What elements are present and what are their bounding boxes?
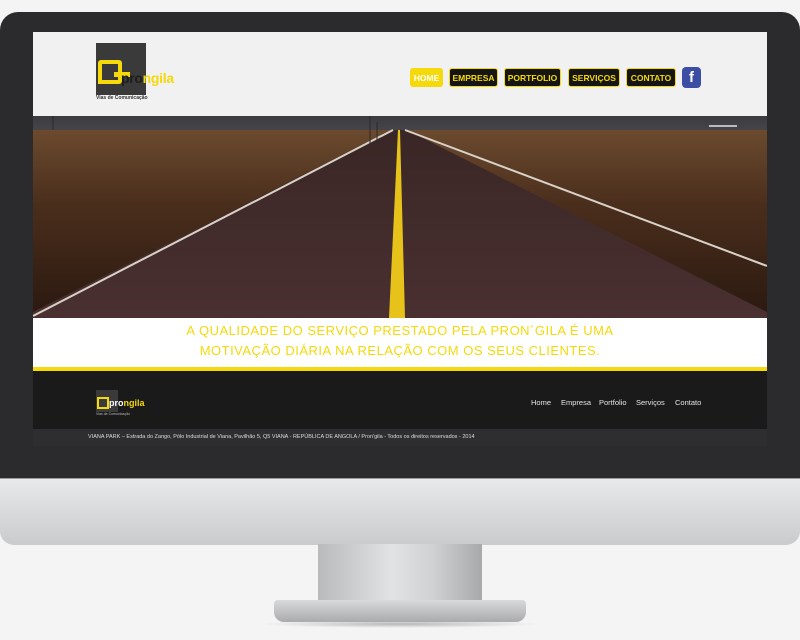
nav-contato[interactable]: CONTATO bbox=[626, 68, 676, 87]
footer-logo-text-accent: ngila bbox=[123, 398, 145, 408]
footer-nav-servicos[interactable]: Serviços bbox=[636, 398, 665, 407]
site-footer: prongila Vias de Comunicação Home Empres… bbox=[33, 371, 767, 429]
copyright-bar: VIANA PARK – Estrada do Zango, Pólo Indu… bbox=[33, 429, 767, 446]
footer-nav-home[interactable]: Home bbox=[531, 398, 551, 407]
slider-indicator[interactable] bbox=[709, 125, 737, 127]
monitor-chin bbox=[0, 478, 800, 545]
road-illustration bbox=[33, 116, 767, 318]
tagline-line-2: MOTIVAÇÃO DIÁRIA NA RELAÇÃO COM OS SEUS … bbox=[199, 343, 601, 358]
footer-logo-mark bbox=[97, 397, 109, 409]
logo-text[interactable]: prongila bbox=[121, 70, 174, 86]
monitor-stand-neck bbox=[318, 544, 482, 604]
nav-empresa[interactable]: EMPRESA bbox=[449, 68, 498, 87]
footer-logo-tagline: Vias de Comunicação bbox=[96, 412, 130, 416]
footer-nav-empresa[interactable]: Empresa bbox=[561, 398, 591, 407]
nav-portfolio[interactable]: PORTFOLIO bbox=[504, 68, 561, 87]
footer-logo-text-main: pro bbox=[109, 398, 124, 408]
monitor: prongila Vias de Comunicação HOME EMPRES… bbox=[0, 0, 800, 640]
nav-home[interactable]: HOME bbox=[410, 68, 443, 87]
logo-text-accent: ngila bbox=[142, 70, 174, 86]
hero-slider-image bbox=[33, 116, 767, 318]
facebook-icon[interactable]: f bbox=[682, 67, 701, 88]
footer-logo-text[interactable]: prongila bbox=[109, 398, 145, 408]
footer-nav-portfolio[interactable]: Portfolio bbox=[599, 398, 627, 407]
website-screen: prongila Vias de Comunicação HOME EMPRES… bbox=[33, 32, 767, 446]
tagline-banner: A QUALIDADE DO SERVIÇO PRESTADO PELA PRO… bbox=[33, 318, 767, 367]
logo-tagline: Vias de Comunicação bbox=[96, 95, 148, 101]
logo-icon[interactable] bbox=[96, 43, 146, 95]
monitor-stand-foot bbox=[274, 600, 526, 622]
nav-servicos[interactable]: SERVIÇOS bbox=[568, 68, 620, 87]
footer-nav-contato[interactable]: Contato bbox=[675, 398, 701, 407]
logo-mark bbox=[98, 60, 130, 84]
tagline-line-1: A QUALIDADE DO SERVIÇO PRESTADO PELA PRO… bbox=[186, 323, 614, 338]
logo-text-main: pro bbox=[121, 70, 143, 86]
site-header: prongila Vias de Comunicação HOME EMPRES… bbox=[33, 32, 767, 116]
